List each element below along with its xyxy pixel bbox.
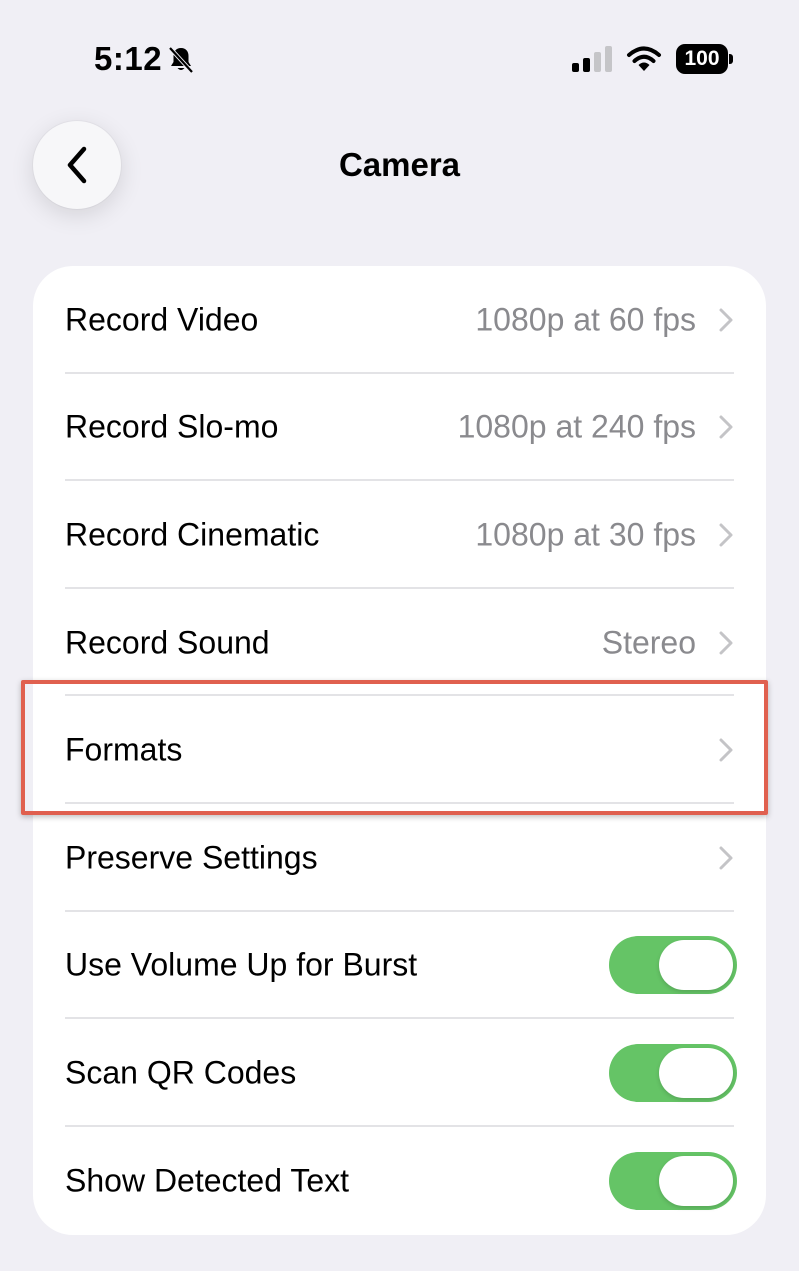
chevron-right-icon	[719, 308, 733, 332]
show-detected-text-row: Show Detected Text	[33, 1127, 766, 1235]
toggle-knob	[659, 1047, 733, 1098]
row-label: Scan QR Codes	[65, 1054, 297, 1091]
wifi-icon	[627, 46, 661, 71]
status-time: 5:12	[94, 40, 163, 77]
show-detected-text-toggle[interactable]	[609, 1151, 737, 1210]
camera-settings-list: Record Video 1080p at 60 fps Record Slo-…	[33, 266, 766, 1235]
battery-indicator: 100	[676, 44, 734, 74]
row-label: Show Detected Text	[65, 1162, 350, 1199]
page-title: Camera	[338, 146, 461, 183]
scan-qr-codes-row: Scan QR Codes	[33, 1019, 766, 1127]
row-label: Formats	[65, 731, 183, 768]
battery-tip	[729, 54, 733, 64]
row-label: Preserve Settings	[65, 839, 318, 876]
formats-row[interactable]: Formats	[33, 696, 766, 804]
volume-up-burst-row: Use Volume Up for Burst	[33, 912, 766, 1020]
chevron-right-icon	[719, 631, 733, 655]
battery-level: 100	[676, 44, 728, 74]
record-cinematic-row[interactable]: Record Cinematic 1080p at 30 fps	[33, 481, 766, 589]
volume-up-burst-toggle[interactable]	[609, 936, 737, 995]
record-sound-row[interactable]: Record Sound Stereo	[33, 589, 766, 697]
scan-qr-codes-toggle[interactable]	[609, 1043, 737, 1102]
settings-screen: 5:12 100 Camera Record Video 1080p at 60…	[0, 0, 799, 1271]
row-label: Use Volume Up for Burst	[65, 946, 418, 983]
record-video-row[interactable]: Record Video 1080p at 60 fps	[33, 266, 766, 374]
row-value: Stereo	[601, 624, 696, 661]
toggle-knob	[659, 1155, 733, 1206]
chevron-right-icon	[719, 846, 733, 870]
row-value: 1080p at 60 fps	[475, 301, 696, 338]
row-label: Record Video	[65, 301, 259, 338]
chevron-right-icon	[719, 523, 733, 547]
record-slo-mo-row[interactable]: Record Slo-mo 1080p at 240 fps	[33, 374, 766, 482]
toggle-knob	[659, 940, 733, 991]
chevron-right-icon	[719, 415, 733, 439]
chevron-right-icon	[719, 738, 733, 762]
preserve-settings-row[interactable]: Preserve Settings	[33, 804, 766, 912]
row-value: 1080p at 30 fps	[475, 516, 696, 553]
cellular-signal-icon	[572, 46, 612, 72]
status-bar: 5:12 100	[0, 0, 799, 120]
silent-bell-icon	[168, 46, 194, 74]
row-label: Record Slo-mo	[65, 408, 279, 445]
row-label: Record Sound	[65, 624, 270, 661]
row-label: Record Cinematic	[65, 516, 320, 553]
row-value: 1080p at 240 fps	[457, 408, 696, 445]
